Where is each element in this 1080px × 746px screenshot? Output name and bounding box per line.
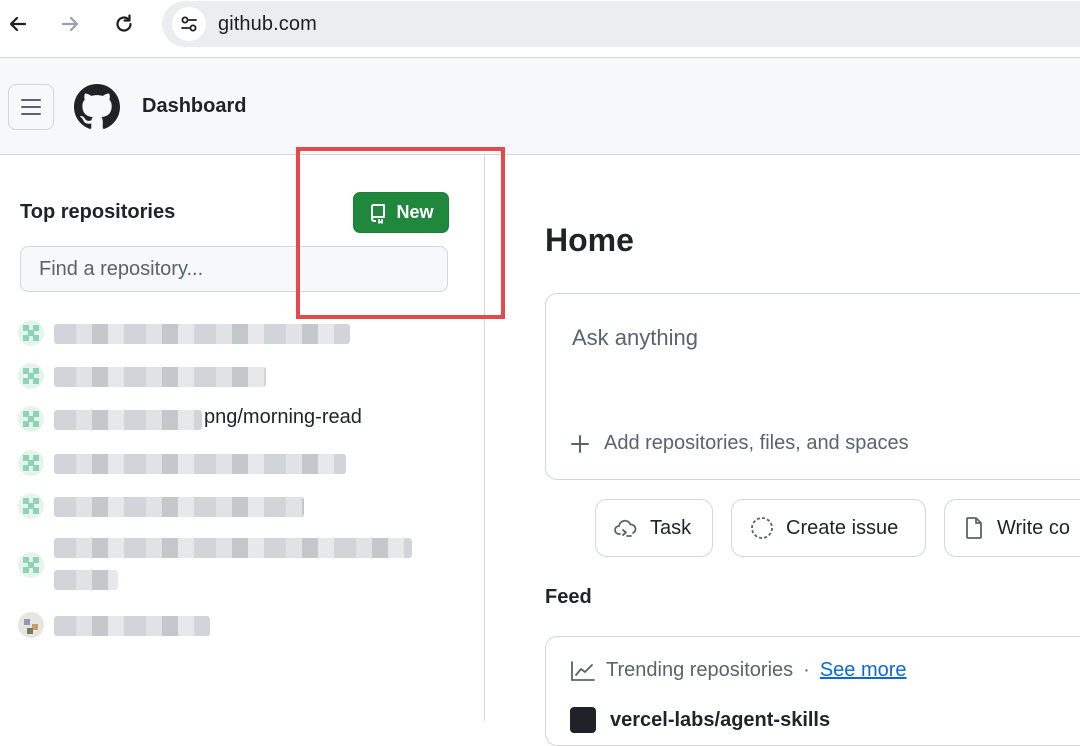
browser-toolbar: github.com: [0, 0, 1080, 58]
site-settings-button[interactable]: [172, 7, 206, 41]
repo-name-redacted: [54, 616, 210, 636]
repo-list-item[interactable]: [18, 448, 358, 478]
github-logo-icon[interactable]: [74, 84, 120, 130]
repo-owner-avatar: [570, 707, 596, 733]
avatar: [18, 450, 44, 476]
write-code-button[interactable]: Write co: [944, 499, 1080, 557]
forward-button[interactable]: [54, 8, 86, 40]
page-title[interactable]: Dashboard: [142, 95, 246, 118]
repo-name[interactable]: png/morning-read: [204, 406, 362, 429]
avatar: [18, 363, 44, 389]
avatar: [18, 320, 44, 346]
graph-icon: [571, 660, 595, 681]
avatar: [18, 493, 44, 519]
repo-list-item[interactable]: [18, 491, 318, 521]
repo-name-redacted: [54, 454, 346, 474]
cloud-task-icon: [614, 519, 637, 537]
plus-icon: [571, 434, 589, 453]
ask-input-placeholder[interactable]: Ask anything: [572, 325, 698, 351]
see-more-link[interactable]: See more: [820, 659, 907, 682]
url-text[interactable]: github.com: [218, 13, 317, 36]
repo-name-redacted: [54, 324, 350, 344]
repo-list-item[interactable]: [18, 361, 278, 391]
reload-icon: [116, 14, 132, 32]
new-button-label: New: [396, 202, 434, 222]
feed-heading: Feed: [545, 586, 592, 608]
add-context-button[interactable]: Add repositories, files, and spaces: [570, 432, 909, 455]
sidebar: Top repositories New png/morning-read: [0, 155, 485, 721]
trending-header: Trending repositories · See more: [570, 659, 907, 682]
separator-dot: ·: [803, 659, 810, 681]
reload-button[interactable]: [108, 8, 140, 40]
find-repository-input[interactable]: [20, 246, 448, 292]
repo-name-redacted: [54, 570, 118, 590]
trending-repositories-card: Trending repositories · See more vercel-…: [545, 636, 1080, 746]
avatar: [18, 406, 44, 432]
back-arrow-icon: [9, 16, 27, 32]
write-code-label: Write co: [997, 516, 1070, 539]
create-issue-label: Create issue: [786, 516, 899, 539]
repo-name-redacted: [54, 538, 412, 558]
hamburger-menu-icon: [21, 99, 41, 115]
github-header: Dashboard: [0, 58, 1080, 155]
file-icon: [966, 517, 982, 539]
avatar: [18, 612, 44, 638]
site-settings-icon: [181, 16, 197, 32]
issue-circle-icon: [751, 517, 773, 539]
repo-list-item[interactable]: [18, 538, 418, 594]
avatar: [18, 552, 44, 578]
repo-icon: [371, 203, 386, 224]
new-repository-button[interactable]: New: [353, 192, 449, 233]
repo-list-item[interactable]: [18, 610, 228, 640]
repo-name-redacted: [54, 367, 266, 387]
task-button[interactable]: Task: [595, 499, 713, 557]
repo-name-redacted: [54, 497, 304, 517]
ask-copilot-box[interactable]: Ask anything Add repositories, files, an…: [545, 293, 1080, 480]
trending-repo-name[interactable]: vercel-labs/agent-skills: [610, 709, 830, 732]
create-issue-button[interactable]: Create issue: [731, 499, 926, 557]
repo-list-item[interactable]: [18, 318, 350, 348]
add-context-label: Add repositories, files, and spaces: [604, 432, 909, 454]
trending-label: Trending repositories: [606, 659, 794, 681]
task-label: Task: [650, 516, 692, 539]
trending-repo-item[interactable]: vercel-labs/agent-skills: [570, 707, 830, 733]
forward-arrow-icon: [61, 16, 79, 32]
top-repositories-heading: Top repositories: [20, 201, 176, 223]
home-heading: Home: [545, 222, 634, 258]
repo-owner-redacted: [54, 410, 202, 430]
menu-button[interactable]: [8, 84, 54, 130]
repo-list-item[interactable]: png/morning-read: [18, 404, 418, 434]
back-button[interactable]: [2, 8, 34, 40]
address-bar[interactable]: github.com: [162, 1, 1080, 47]
